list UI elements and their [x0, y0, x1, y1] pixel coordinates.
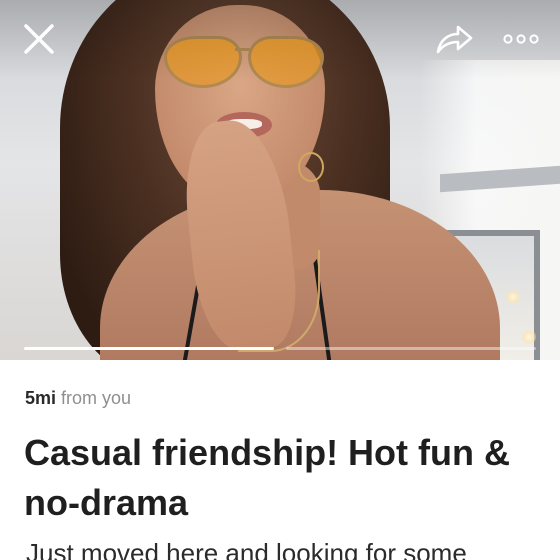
close-button[interactable]: [18, 18, 60, 60]
photo-page-indicator-2[interactable]: [286, 347, 536, 350]
share-button[interactable]: [432, 18, 476, 60]
background-light: [522, 330, 536, 344]
photo-pagination: [24, 347, 536, 351]
photo-top-bar: [0, 0, 560, 80]
background-light: [506, 290, 520, 304]
close-icon: [24, 24, 54, 54]
listing-details: 5mi from you Casual friendship! Hot fun …: [0, 360, 560, 560]
listing-description: Just moved here and looking for some: [26, 538, 467, 560]
more-options-icon: [503, 34, 539, 44]
distance-suffix: from you: [61, 388, 132, 408]
listing-screen: 5mi from you Casual friendship! Hot fun …: [0, 0, 560, 560]
distance-text: 5mi from you: [25, 388, 131, 409]
distance-value: 5mi: [25, 388, 57, 408]
more-options-button[interactable]: [498, 22, 544, 56]
earring-shape: [298, 152, 324, 182]
photo-page-indicator-1[interactable]: [24, 347, 274, 350]
profile-photo[interactable]: [0, 0, 560, 360]
listing-title: Casual friendship! Hot fun & no-drama: [24, 432, 510, 523]
share-icon: [436, 25, 473, 54]
